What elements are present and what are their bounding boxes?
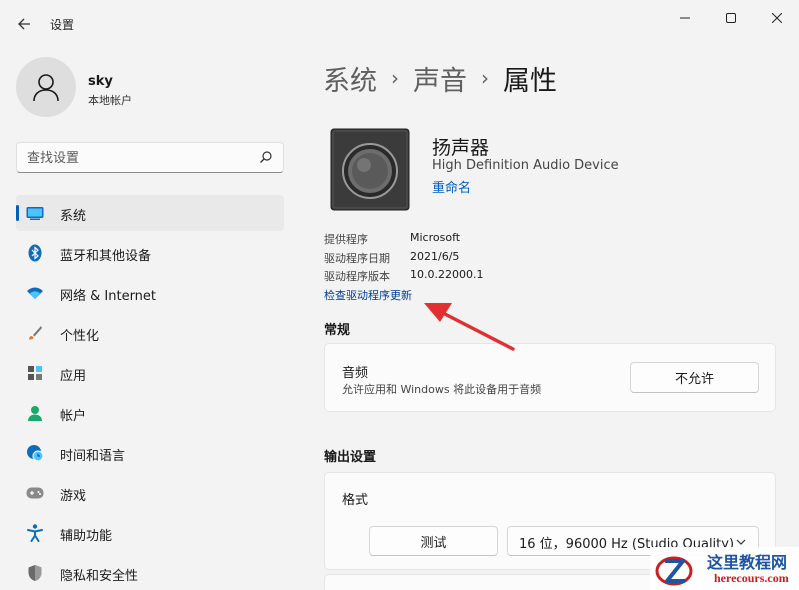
provider-label: 提供程序 — [324, 233, 368, 246]
breadcrumb-separator: › — [481, 66, 489, 90]
wifi-icon — [26, 284, 44, 302]
check-driver-update-link[interactable]: 检查驱动程序更新 — [324, 287, 412, 303]
disallow-button[interactable]: 不允许 — [630, 362, 759, 393]
sidebar-item-gaming[interactable]: 游戏 — [16, 475, 284, 511]
minimize-button[interactable] — [662, 6, 708, 30]
sidebar-item-apps[interactable]: 应用 — [16, 355, 284, 391]
sidebar-item-time-language[interactable]: 时间和语言 — [16, 435, 284, 471]
accessibility-icon — [26, 524, 44, 542]
test-button[interactable]: 测试 — [369, 526, 498, 556]
audio-description: 允许应用和 Windows 将此设备用于音频 — [342, 383, 542, 396]
gamepad-icon — [26, 484, 44, 502]
watermark-text-cn: 这里教程网 — [707, 553, 788, 572]
sidebar-item-label: 应用 — [60, 369, 87, 384]
provider-value: Microsoft — [410, 231, 461, 244]
rename-link[interactable]: 重命名 — [432, 177, 471, 196]
search-icon[interactable] — [259, 150, 273, 164]
profile-name: sky — [88, 74, 113, 89]
sidebar-item-label: 隐私和安全性 — [60, 569, 139, 584]
person-icon — [26, 404, 44, 422]
app-title: 设置 — [50, 18, 75, 32]
sidebar-item-label: 时间和语言 — [60, 449, 126, 464]
maximize-icon — [726, 13, 736, 23]
shield-icon — [26, 564, 44, 582]
device-description: High Definition Audio Device — [432, 158, 619, 173]
search-input[interactable] — [27, 149, 247, 167]
bluetooth-icon — [26, 244, 44, 262]
sidebar-item-label: 个性化 — [60, 329, 100, 344]
breadcrumb-properties: 属性 — [503, 65, 557, 97]
driver-date-value: 2021/6/5 — [410, 250, 460, 263]
sidebar-item-network[interactable]: 网络 & Internet — [16, 275, 284, 311]
sidebar-item-label: 蓝牙和其他设备 — [60, 249, 152, 264]
close-icon — [772, 13, 782, 23]
watermark-logo-icon — [655, 556, 693, 586]
person-icon — [33, 74, 59, 102]
sidebar-item-bluetooth[interactable]: 蓝牙和其他设备 — [16, 235, 284, 271]
general-section-title: 常规 — [324, 323, 351, 338]
sidebar-item-system[interactable]: 系统 — [16, 195, 284, 231]
sidebar-item-personalization[interactable]: 个性化 — [16, 315, 284, 351]
title-bar: 设置 — [0, 0, 799, 44]
close-button[interactable] — [754, 6, 799, 30]
minimize-icon — [680, 17, 690, 19]
chevron-down-icon — [736, 539, 746, 545]
back-button[interactable] — [10, 10, 38, 38]
brush-icon — [26, 324, 44, 342]
sidebar-item-label: 帐户 — [60, 409, 87, 424]
sidebar-item-label: 网络 & Internet — [60, 289, 157, 304]
arrow-left-icon — [18, 18, 30, 30]
breadcrumb-separator: › — [391, 66, 399, 90]
clock-globe-icon — [26, 444, 44, 462]
watermark-text-en: herecours.com — [714, 571, 789, 585]
driver-version-value: 10.0.22000.1 — [410, 268, 484, 281]
audio-card: 音频 允许应用和 Windows 将此设备用于音频 不允许 — [324, 343, 776, 412]
audio-title: 音频 — [342, 366, 369, 381]
format-title: 格式 — [342, 493, 369, 508]
sidebar-item-privacy[interactable]: 隐私和安全性 — [16, 555, 284, 590]
avatar[interactable] — [16, 57, 76, 117]
profile-account-type: 本地帐户 — [88, 94, 132, 107]
driver-date-label: 驱动程序日期 — [324, 252, 390, 265]
sidebar-nav: 系统 蓝牙和其他设备 网络 & Internet 个性化 应用 帐户 时间和语言… — [16, 195, 284, 590]
sidebar-item-label: 游戏 — [60, 489, 87, 504]
apps-icon — [26, 364, 44, 382]
breadcrumb: 系统 › 声音 › 属性 — [323, 58, 557, 98]
breadcrumb-sound[interactable]: 声音 — [413, 59, 467, 98]
breadcrumb-system[interactable]: 系统 — [323, 59, 377, 98]
speaker-icon — [330, 128, 410, 211]
sidebar-item-label: 辅助功能 — [60, 529, 113, 544]
sidebar-item-accounts[interactable]: 帐户 — [16, 395, 284, 431]
monitor-icon — [26, 204, 44, 222]
device-name: 扬声器 — [432, 137, 490, 159]
sidebar-item-label: 系统 — [60, 209, 87, 224]
active-indicator — [16, 205, 19, 221]
watermark: 这里教程网 herecours.com — [650, 547, 799, 590]
driver-version-label: 驱动程序版本 — [324, 270, 390, 283]
maximize-button[interactable] — [708, 6, 754, 30]
output-section-title: 输出设置 — [324, 450, 377, 465]
sidebar-item-accessibility[interactable]: 辅助功能 — [16, 515, 284, 551]
search-box[interactable] — [16, 142, 284, 173]
